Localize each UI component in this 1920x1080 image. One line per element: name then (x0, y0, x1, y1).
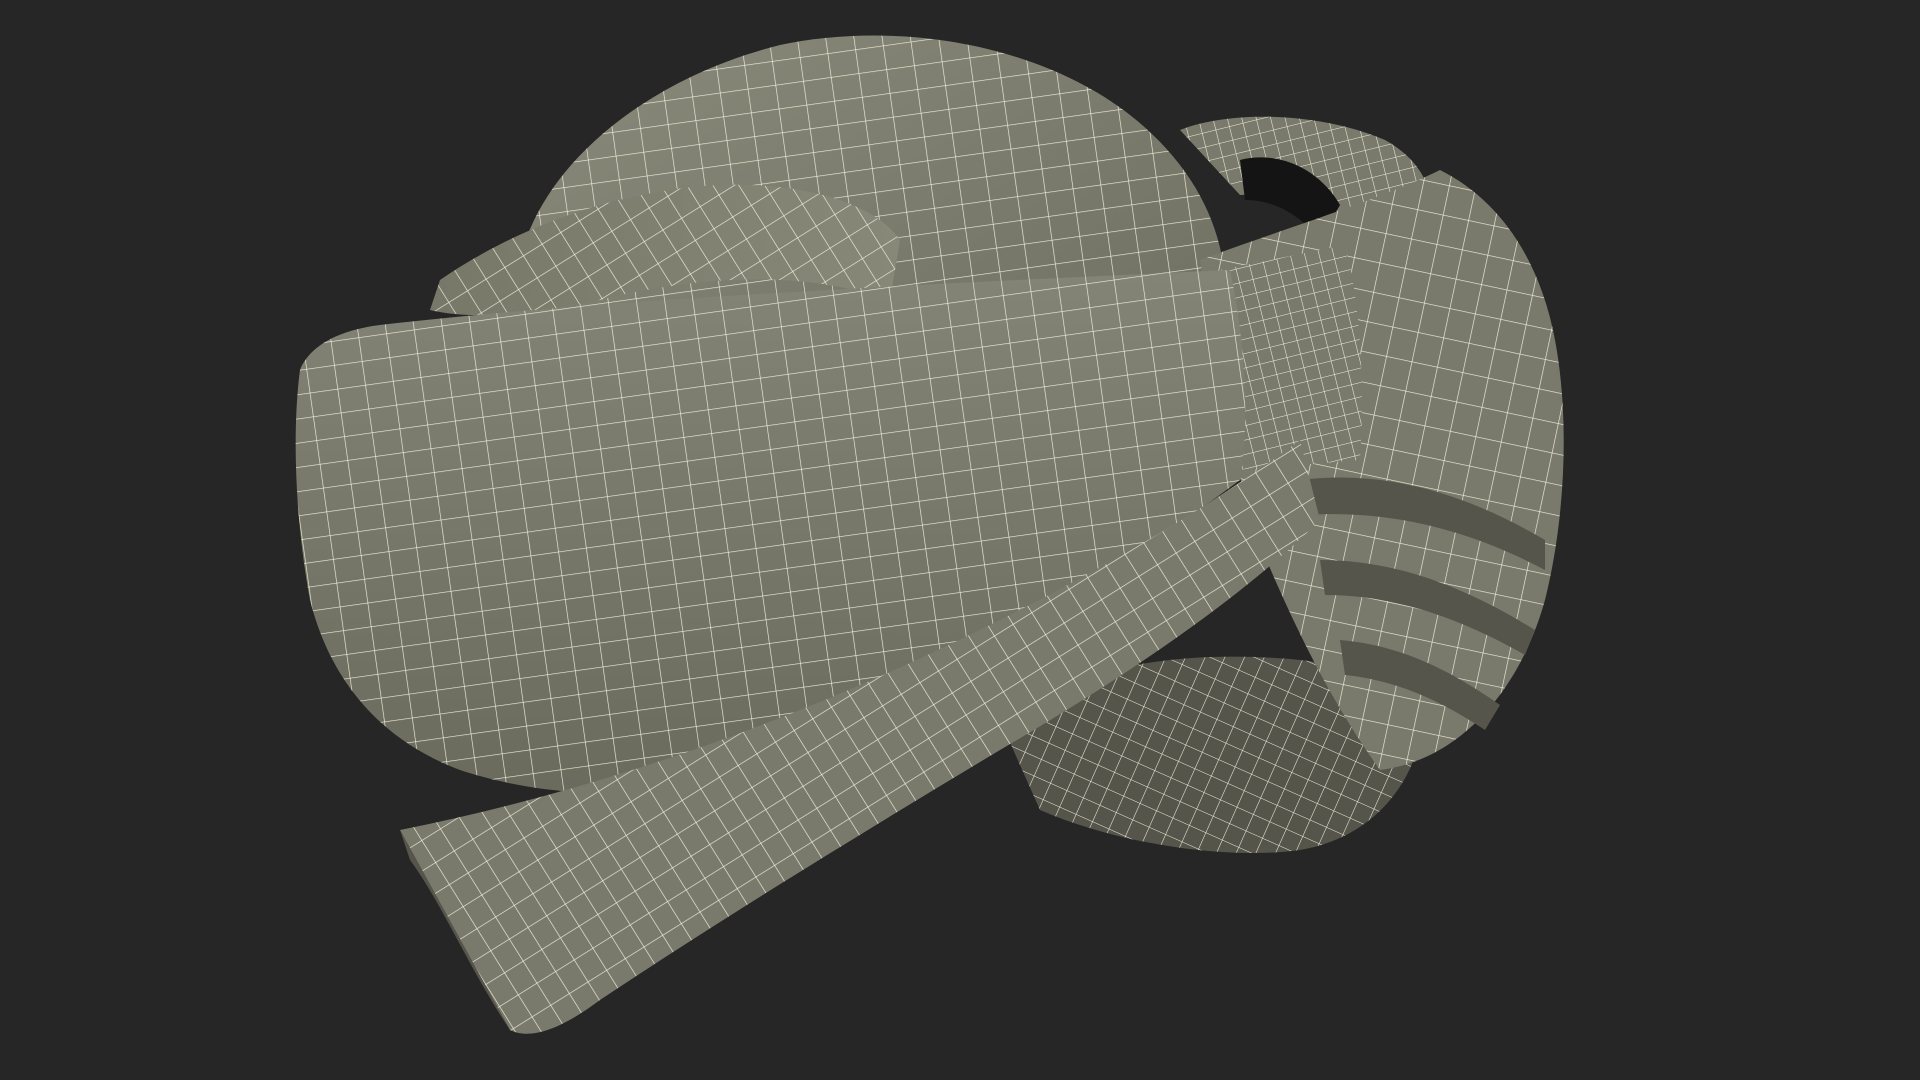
render-viewport (0, 0, 1920, 1080)
turban-render (0, 0, 1920, 1080)
